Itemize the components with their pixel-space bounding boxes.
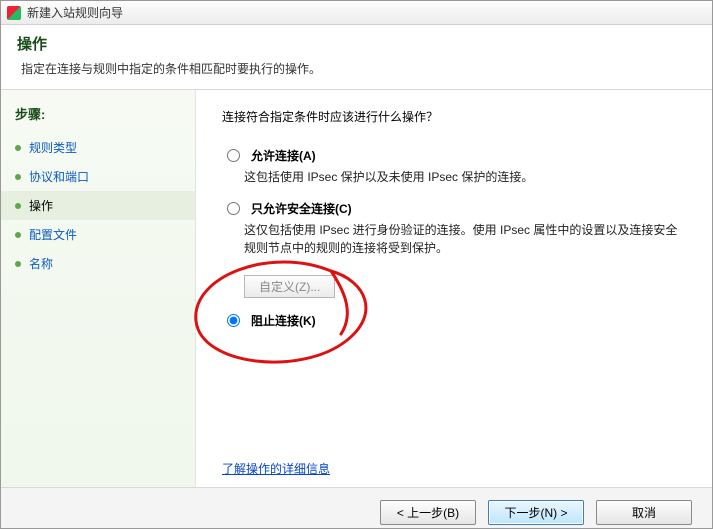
step-name[interactable]: 名称 [1,249,195,278]
option-block[interactable]: 阻止连接(K) [222,312,686,329]
option-allow[interactable]: 允许连接(A) [222,147,686,164]
customize-button: 自定义(Z)... [244,275,335,298]
bullet-icon [15,145,21,151]
step-protocol-port[interactable]: 协议和端口 [1,162,195,191]
step-label: 配置文件 [29,226,77,243]
firewall-icon [7,6,21,20]
bullet-icon [15,203,21,209]
option-label: 只允许安全连接(C) [251,200,352,217]
wizard-window: 新建入站规则向导 操作 指定在连接与规则中指定的条件相匹配时要执行的操作。 步骤… [0,0,713,529]
option-allow-desc: 这包括使用 IPsec 保护以及未使用 IPsec 保护的连接。 [244,168,686,186]
bullet-icon [15,261,21,267]
next-button[interactable]: 下一步(N) > [488,500,584,525]
page-title: 操作 [17,33,696,54]
step-action[interactable]: 操作 [1,191,195,220]
cancel-button[interactable]: 取消 [596,500,692,525]
bullet-icon [15,174,21,180]
step-label: 名称 [29,255,53,272]
page-subtitle: 指定在连接与规则中指定的条件相匹配时要执行的操作。 [17,60,696,77]
step-profile[interactable]: 配置文件 [1,220,195,249]
back-button[interactable]: < 上一步(B) [380,500,476,525]
step-label: 协议和端口 [29,168,89,185]
content-pane: 连接符合指定条件时应该进行什么操作？ 允许连接(A) 这包括使用 IPsec 保… [196,90,712,487]
header: 操作 指定在连接与规则中指定的条件相匹配时要执行的操作。 [1,25,712,90]
prompt-text: 连接符合指定条件时应该进行什么操作？ [222,108,686,125]
option-label: 阻止连接(K) [251,312,316,329]
option-label: 允许连接(A) [251,147,316,164]
window-title: 新建入站规则向导 [27,4,123,21]
option-allow-secure[interactable]: 只允许安全连接(C) [222,200,686,217]
radio-block[interactable] [227,314,240,327]
radio-allow-secure[interactable] [227,202,240,215]
step-label: 操作 [29,197,53,214]
footer: < 上一步(B) 下一步(N) > 取消 [1,487,712,529]
steps-heading: 步骤: [1,100,195,133]
option-allow-secure-desc: 这仅包括使用 IPsec 进行身份验证的连接。使用 IPsec 属性中的设置以及… [244,221,686,257]
step-rule-type[interactable]: 规则类型 [1,133,195,162]
learn-more-link[interactable]: 了解操作的详细信息 [222,462,330,476]
radio-allow[interactable] [227,149,240,162]
step-label: 规则类型 [29,139,77,156]
titlebar: 新建入站规则向导 [1,1,712,25]
steps-sidebar: 步骤: 规则类型 协议和端口 操作 配置文件 名称 [1,90,196,487]
bullet-icon [15,232,21,238]
